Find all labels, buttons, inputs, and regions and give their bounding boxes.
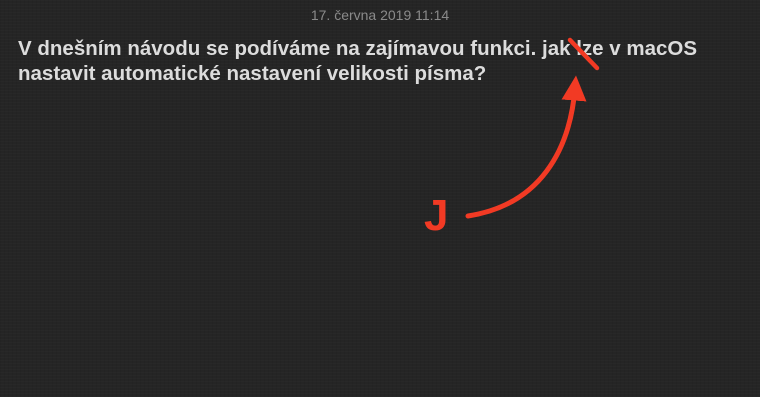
annotation-arrow: [465, 75, 587, 219]
annotation-letter: J: [424, 191, 449, 240]
notes-editor: 17. června 2019 11:14 V dnešním návodu s…: [0, 0, 760, 397]
note-timestamp: 17. června 2019 11:14: [310, 7, 450, 23]
note-body-text[interactable]: V dnešním návodu se podíváme na zajímavo…: [18, 36, 753, 86]
